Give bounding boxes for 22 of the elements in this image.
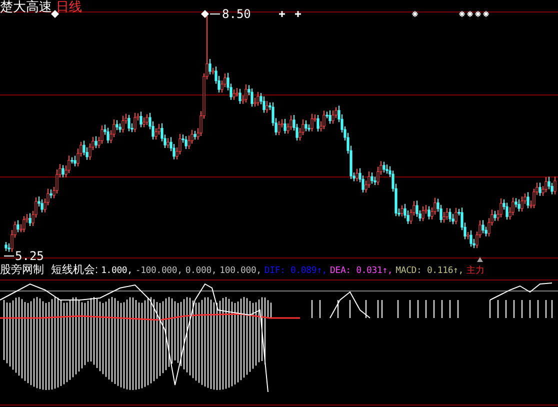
asterisk-marker-icon (412, 10, 418, 18)
diamond-marker-icon (51, 10, 59, 18)
triangle-marker-icon (477, 257, 483, 262)
indicator-value: 0.000, (185, 265, 217, 278)
indicator-title: 短线机会: (51, 264, 98, 277)
high-price-label: 8.50 (222, 8, 251, 21)
low-price-label: 5.25 (15, 250, 44, 263)
stock-name: 楚大高速 (0, 0, 52, 14)
indicator-value: 100.000, (220, 265, 262, 278)
indicator-line (490, 282, 552, 300)
indicator-value: 1.000, (101, 265, 132, 278)
diamond-marker-icon (201, 10, 209, 18)
indicator-value: 主力 (466, 265, 484, 278)
indicator-value: DIF: 0.089↑, (264, 265, 328, 278)
indicator-value: -100.000, (135, 265, 182, 278)
indicator-value: MACD: 0.116↑, (396, 265, 464, 278)
indicator-line (330, 291, 370, 318)
period-label: 日线 (56, 0, 82, 14)
indicator-name: 股旁网制 (0, 264, 44, 277)
plus-marker-icon (278, 10, 286, 18)
indicator-value: DEA: 0.031↑, (330, 265, 393, 278)
plus-marker-icon (294, 10, 302, 18)
